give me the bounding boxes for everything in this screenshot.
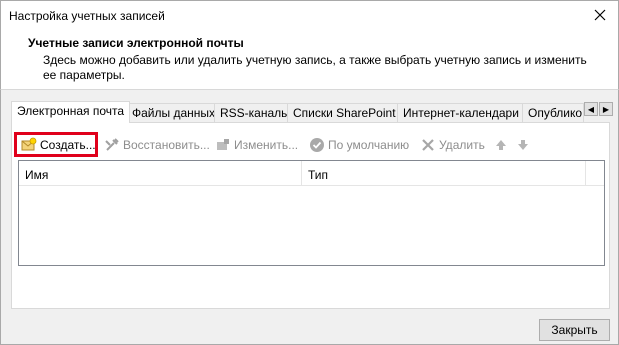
arrow-up-icon <box>493 137 509 153</box>
column-header-type[interactable]: Тип <box>308 168 328 182</box>
tab-data-files-label: Файлы данных <box>132 106 216 120</box>
tab-scroll-left-icon[interactable]: ◀ <box>584 102 598 116</box>
move-down-button[interactable] <box>515 132 534 157</box>
tab-panel-email: Создать... Восстановить... Изменить... П… <box>11 122 610 309</box>
tab-published-calendars-label: Опублико <box>528 106 583 120</box>
delete-label: Удалить <box>439 137 485 152</box>
column-header-name[interactable]: Имя <box>25 168 48 182</box>
close-button[interactable]: Закрыть <box>539 319 610 341</box>
change-icon <box>215 137 231 153</box>
change-button[interactable]: Изменить... <box>215 132 298 157</box>
tab-strip: Электронная почта Файлы данных RSS-канал… <box>11 101 613 123</box>
tab-internet-calendars-label: Интернет-календари <box>403 106 519 120</box>
column-divider[interactable] <box>301 161 302 186</box>
accounts-list[interactable]: Имя Тип <box>18 160 605 266</box>
tab-sharepoint-lists-label: Списки SharePoint <box>293 106 396 120</box>
window-title: Настройка учетных записей <box>9 9 165 23</box>
dialog-body: Электронная почта Файлы данных RSS-канал… <box>0 89 619 345</box>
restore-button[interactable]: Восстановить... <box>104 132 210 157</box>
dialog-header: Учетные записи электронной почты Здесь м… <box>0 31 619 89</box>
title-bar: Настройка учетных записей <box>0 0 619 31</box>
tab-published-calendars[interactable]: Опублико <box>522 103 584 122</box>
tab-email[interactable]: Электронная почта <box>11 101 131 123</box>
new-account-icon <box>21 137 37 153</box>
tab-internet-calendars[interactable]: Интернет-календари <box>397 103 525 122</box>
create-button[interactable]: Создать... <box>14 132 98 157</box>
create-label: Создать... <box>40 137 96 152</box>
header-heading: Учетные записи электронной почты <box>28 36 244 50</box>
tab-data-files[interactable]: Файлы данных <box>126 103 222 122</box>
checkmark-circle-icon <box>309 137 325 153</box>
tab-sharepoint-lists[interactable]: Списки SharePoint <box>287 103 402 122</box>
repair-icon <box>104 137 120 153</box>
move-up-button[interactable] <box>493 132 512 157</box>
set-default-button[interactable]: По умолчанию <box>309 132 409 157</box>
list-header: Имя Тип <box>19 161 604 186</box>
delete-x-icon <box>420 137 436 153</box>
header-description: Здесь можно добавить или удалить учетную… <box>43 53 587 82</box>
tab-scroll-right-icon[interactable]: ▶ <box>599 102 613 116</box>
set-default-label: По умолчанию <box>328 137 410 152</box>
delete-button[interactable]: Удалить <box>420 132 485 157</box>
column-divider[interactable] <box>585 161 586 186</box>
tab-rss-feeds-label: RSS-каналы <box>220 106 290 120</box>
tab-rss-feeds[interactable]: RSS-каналы <box>214 103 296 122</box>
tab-email-label: Электронная почта <box>17 104 125 118</box>
close-icon[interactable] <box>592 7 608 23</box>
restore-label: Восстановить... <box>123 137 210 152</box>
arrow-down-icon <box>515 137 531 153</box>
change-label: Изменить... <box>234 137 299 152</box>
